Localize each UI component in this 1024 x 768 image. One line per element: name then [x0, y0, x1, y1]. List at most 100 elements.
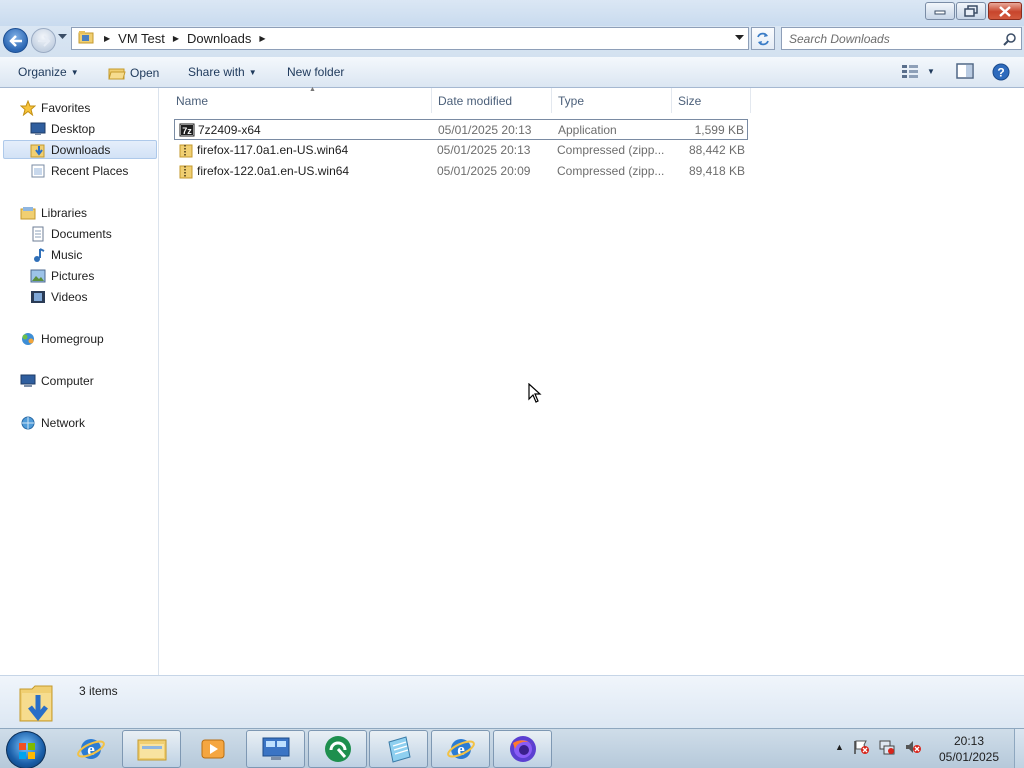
windows-logo-icon	[19, 743, 35, 759]
clock[interactable]: 20:13 05/01/2025	[930, 733, 1008, 765]
preview-pane-icon[interactable]	[956, 63, 974, 79]
nav-videos-label: Videos	[51, 289, 88, 304]
recent-pages-dropdown[interactable]	[58, 34, 67, 40]
address-bar[interactable]: ▶ VM Test ▶ Downloads ▶	[71, 27, 749, 50]
computer-icon	[20, 373, 36, 389]
green-circle-app-icon	[324, 736, 351, 762]
column-header-name[interactable]: ▲ Name	[170, 86, 432, 113]
share-with-button[interactable]: Share with ▼	[188, 65, 257, 79]
start-button[interactable]	[6, 731, 46, 768]
nav-libraries[interactable]: Libraries	[20, 203, 87, 222]
show-hidden-icons-icon[interactable]: ▲	[835, 742, 844, 752]
new-folder-button[interactable]: New folder	[287, 65, 344, 79]
nav-homegroup[interactable]: Homegroup	[20, 329, 104, 348]
forward-button[interactable]	[31, 28, 56, 53]
nav-downloads[interactable]: Downloads	[3, 140, 157, 159]
nav-recent-places-label: Recent Places	[51, 163, 129, 178]
column-type-label: Type	[558, 93, 585, 108]
downloads-folder-icon	[19, 685, 53, 722]
zip-folder-icon	[178, 163, 194, 182]
open-label: Open	[130, 66, 160, 80]
view-options-icon[interactable]	[901, 63, 919, 79]
taskbar-internet-explorer-2[interactable]: e	[431, 730, 490, 768]
column-header-size[interactable]: Size	[672, 88, 751, 113]
action-center-flag-icon[interactable]	[852, 739, 870, 755]
file-row[interactable]: 7z 7z2409-x64 05/01/2025 20:13 Applicati…	[174, 119, 748, 140]
network-status-icon[interactable]	[878, 739, 896, 755]
chevron-down-icon[interactable]: ▼	[927, 67, 935, 76]
downloads-folder-icon	[30, 142, 46, 158]
column-date-label: Date modified	[438, 93, 513, 108]
notepad-icon	[387, 736, 411, 763]
nav-network[interactable]: Network	[20, 413, 85, 432]
refresh-button[interactable]	[751, 27, 775, 50]
nav-videos[interactable]: Videos	[30, 287, 87, 306]
file-row[interactable]: firefox-122.0a1.en-US.win64 05/01/2025 2…	[174, 161, 748, 182]
pictures-icon	[30, 268, 46, 284]
refresh-icon	[757, 32, 769, 45]
recent-places-icon	[30, 163, 46, 179]
nav-computer[interactable]: Computer	[20, 371, 94, 390]
restore-button[interactable]	[956, 2, 986, 20]
monitor-icon	[262, 737, 289, 760]
folder-icon	[78, 30, 94, 47]
nav-pictures[interactable]: Pictures	[30, 266, 94, 285]
search-icon[interactable]	[1003, 32, 1017, 46]
videos-icon	[30, 289, 46, 305]
organize-label: Organize	[18, 65, 67, 79]
column-header-date-modified[interactable]: Date modified	[432, 88, 552, 113]
show-desktop-button[interactable]	[1014, 729, 1024, 768]
taskbar-internet-explorer[interactable]: e	[61, 730, 120, 768]
taskbar-firefox[interactable]	[493, 730, 552, 768]
restore-icon	[964, 5, 978, 17]
taskbar-app-green[interactable]	[308, 730, 367, 768]
column-header-type[interactable]: Type	[552, 88, 672, 113]
nav-downloads-label: Downloads	[51, 142, 111, 157]
chevron-down-icon: ▼	[248, 67, 257, 77]
volume-muted-icon[interactable]	[904, 739, 922, 755]
arrow-left-icon	[8, 34, 22, 47]
chevron-down-icon[interactable]	[735, 35, 744, 41]
nav-desktop[interactable]: Desktop	[30, 119, 95, 138]
minimize-button[interactable]	[925, 2, 955, 20]
back-button[interactable]	[3, 28, 28, 53]
organize-button[interactable]: Organize ▼	[18, 65, 79, 79]
taskbar-notepad[interactable]	[369, 730, 428, 768]
file-row[interactable]: firefox-117.0a1.en-US.win64 05/01/2025 2…	[174, 140, 748, 161]
taskbar-remote-desktop[interactable]	[246, 730, 305, 768]
help-icon[interactable]: ?	[992, 63, 1010, 81]
sort-arrow-icon: ▲	[309, 86, 316, 93]
7zip-installer-icon: 7z	[179, 122, 195, 141]
file-date: 05/01/2025 20:13	[437, 143, 531, 157]
nav-favorites-label: Favorites	[41, 100, 91, 115]
internet-explorer-icon: e	[446, 739, 475, 759]
nav-music[interactable]: Music	[30, 245, 82, 264]
breadcrumb-separator-icon[interactable]: ▶	[173, 34, 179, 43]
open-button[interactable]: Open	[108, 65, 159, 81]
nav-pictures-label: Pictures	[51, 268, 95, 283]
clock-time: 20:13	[953, 734, 985, 748]
breadcrumb-separator-icon[interactable]: ▶	[259, 34, 265, 43]
system-tray: ▲	[835, 739, 922, 755]
breadcrumb-vm-test[interactable]: VM Test	[118, 31, 165, 46]
command-bar: Organize ▼ Open Share with ▼ New folder …	[0, 57, 1024, 88]
close-icon	[999, 5, 1011, 17]
desktop-icon	[30, 121, 46, 137]
details-pane: 3 items	[0, 675, 1024, 728]
close-button[interactable]	[988, 2, 1022, 20]
breadcrumb-separator-icon[interactable]: ▶	[104, 34, 110, 43]
homegroup-icon	[20, 331, 36, 347]
taskbar-media-player[interactable]	[183, 730, 242, 768]
search-box[interactable]	[781, 27, 1022, 50]
breadcrumb-downloads[interactable]: Downloads	[187, 31, 251, 46]
search-input[interactable]	[789, 31, 999, 46]
firefox-icon	[509, 736, 536, 762]
nav-favorites[interactable]: Favorites	[20, 98, 90, 117]
share-with-label: Share with	[188, 65, 245, 79]
taskbar-windows-explorer[interactable]	[122, 730, 181, 768]
nav-documents[interactable]: Documents	[30, 224, 112, 243]
column-name-label: Name	[176, 93, 209, 108]
nav-music-label: Music	[51, 247, 83, 262]
nav-recent-places[interactable]: Recent Places	[30, 161, 128, 180]
star-icon	[20, 99, 36, 116]
